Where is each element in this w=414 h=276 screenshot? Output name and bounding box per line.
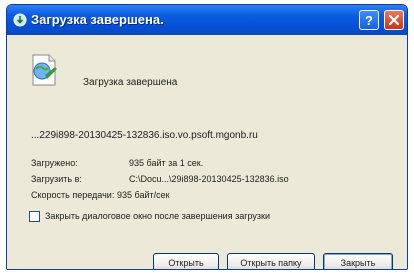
info-value: 935 байт за 1 сек.: [129, 158, 204, 168]
close-on-finish-label[interactable]: Закрыть диалоговое окно после завершения…: [45, 211, 270, 221]
info-label: Скорость передачи:: [31, 190, 115, 200]
open-button[interactable]: Открыть: [153, 253, 219, 269]
title-bar[interactable]: Загрузка завершена. ?: [7, 5, 407, 35]
window-title: Загрузка завершена.: [31, 12, 164, 27]
help-button[interactable]: ?: [359, 10, 379, 30]
svg-text:?: ?: [365, 13, 373, 28]
globe-download-icon: [13, 13, 27, 27]
download-complete-dialog: Загрузка завершена. ? Загрузка завершена…: [6, 4, 408, 270]
help-icon: ?: [365, 13, 373, 28]
download-complete-icon: [32, 54, 57, 86]
info-label: Загрузить в:: [31, 174, 82, 184]
info-value: C:\Docu...\29i898-20130425-132836.iso: [129, 174, 289, 184]
info-label: Загружено:: [31, 158, 78, 168]
open-folder-button[interactable]: Открыть папку: [227, 253, 315, 269]
close-on-finish-checkbox[interactable]: [29, 211, 40, 222]
download-status-text: Загрузка завершена: [83, 77, 178, 88]
close-icon: [388, 14, 400, 26]
close-button[interactable]: Закрыть: [323, 253, 393, 269]
title-close-button[interactable]: [384, 10, 404, 30]
dialog-content: Загрузка завершена ...229i898-20130425-1…: [7, 35, 407, 269]
download-source-url: ...229i898-20130425-132836.iso.vo.psoft.…: [31, 130, 258, 141]
info-value: 935 байт/сек: [117, 190, 170, 200]
